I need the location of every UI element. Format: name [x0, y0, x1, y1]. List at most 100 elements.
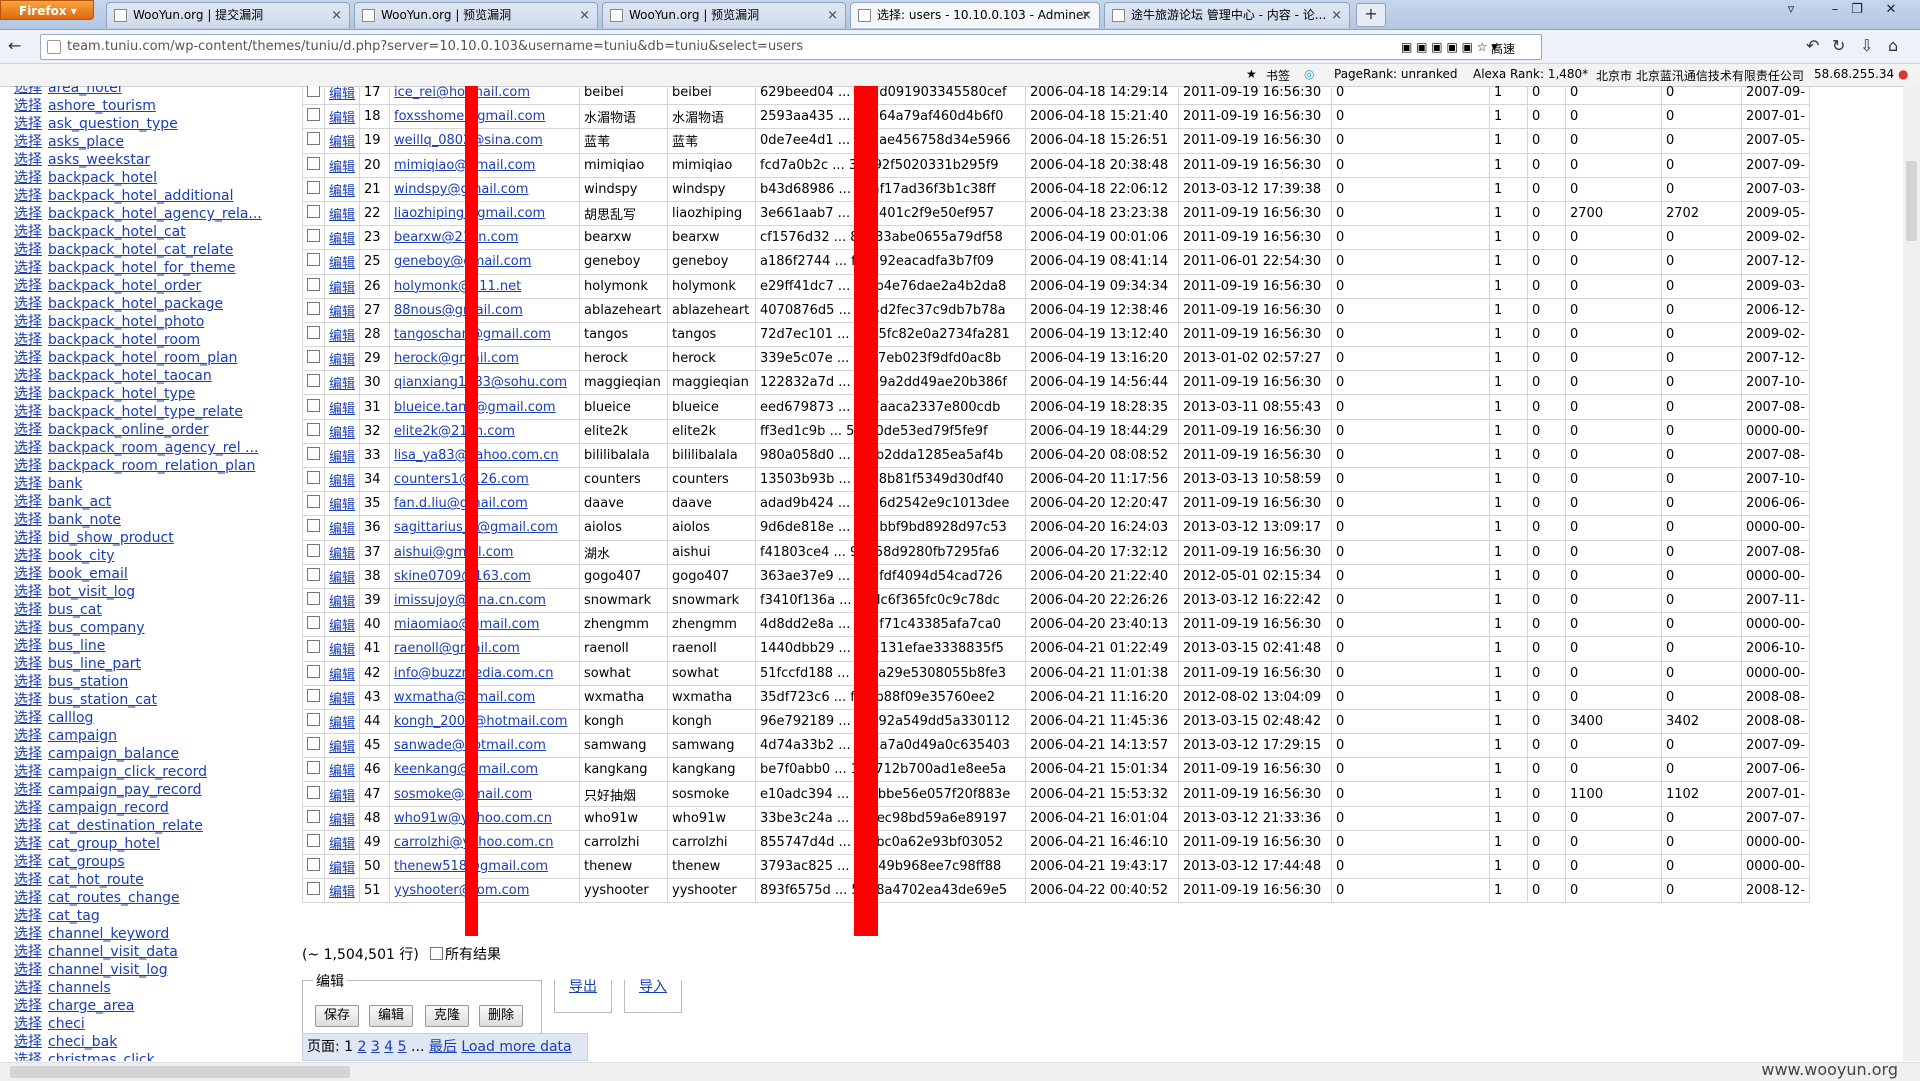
checkbox-icon[interactable]	[307, 519, 320, 533]
select-link[interactable]: 选择	[14, 764, 42, 780]
row-checkbox[interactable]	[302, 104, 325, 130]
edit-link[interactable]: 编辑	[323, 829, 361, 856]
edit-link[interactable]: 编辑	[323, 370, 361, 396]
table-name-link[interactable]: bid_show_product	[48, 530, 174, 546]
row-checkbox[interactable]	[302, 394, 325, 420]
checkbox-icon[interactable]	[307, 325, 320, 339]
row-checkbox[interactable]	[302, 563, 325, 589]
table-name-link[interactable]: checi_bak	[48, 1034, 117, 1050]
select-link[interactable]: 选择	[14, 1016, 42, 1032]
tab-list-icon[interactable]: ▿	[1780, 2, 1802, 22]
close-window-icon[interactable]: ✕	[1880, 2, 1902, 22]
select-link[interactable]: 选择	[14, 980, 42, 996]
table-name-link[interactable]: bank	[48, 476, 82, 492]
checkbox-icon[interactable]	[307, 640, 320, 654]
edit-button[interactable]: 编辑	[369, 1005, 413, 1027]
table-cell[interactable]: windspy@gmail.com	[389, 176, 581, 202]
select-link[interactable]: 选择	[14, 800, 42, 816]
reload-icon[interactable]: ↻	[1832, 36, 1845, 55]
edit-link[interactable]: 编辑	[323, 128, 361, 154]
row-checkbox[interactable]	[302, 853, 325, 880]
table-cell[interactable]: herock@gmail.com	[389, 346, 581, 372]
row-checkbox[interactable]	[302, 200, 325, 227]
checkbox-icon[interactable]	[307, 858, 320, 872]
table-cell[interactable]: info@buzzmedia.com.cn	[389, 660, 581, 686]
checkbox-icon[interactable]	[307, 616, 320, 630]
select-link[interactable]: 选择	[14, 602, 42, 618]
table-name-link[interactable]: area_hotel	[48, 86, 122, 96]
checkbox-icon[interactable]	[307, 664, 320, 678]
adblock-icon[interactable]: ●	[1898, 67, 1908, 81]
edit-link[interactable]: 编辑	[323, 176, 361, 202]
checkbox-icon[interactable]	[307, 446, 320, 460]
minimize-icon[interactable]: –	[1824, 2, 1846, 22]
select-link[interactable]: 选择	[14, 710, 42, 726]
checkbox-icon[interactable]	[307, 882, 320, 896]
checkbox-icon[interactable]	[307, 229, 320, 243]
checkbox-icon[interactable]	[307, 205, 320, 219]
select-link[interactable]: 选择	[14, 944, 42, 960]
table-name-link[interactable]: bank_note	[48, 512, 121, 528]
checkbox-icon[interactable]	[307, 712, 320, 726]
tab-3[interactable]: WooYun.org | 预览漏洞 ×	[602, 2, 846, 28]
select-link[interactable]: 选择	[14, 998, 42, 1014]
checkbox-icon[interactable]	[307, 737, 320, 751]
select-link[interactable]: 选择	[14, 386, 42, 402]
table-cell[interactable]: liaozhiping@gmail.com	[389, 200, 581, 227]
table-name-link[interactable]: campaign_balance	[48, 746, 179, 762]
table-name-link[interactable]: cat_routes_change	[48, 890, 180, 906]
row-checkbox[interactable]	[302, 805, 325, 831]
table-cell[interactable]: 88nous@gmail.com	[389, 297, 581, 323]
edit-link[interactable]: 编辑	[323, 805, 361, 831]
all-results-checkbox[interactable]: 所有结果	[430, 944, 501, 964]
edit-link[interactable]: 编辑	[323, 563, 361, 589]
table-cell[interactable]: imissujoy@sina.cn.com	[389, 587, 581, 614]
search-engine-label[interactable]: 高速	[1491, 40, 1515, 57]
table-name-link[interactable]: backpack_room_agency_rel ...	[48, 440, 258, 456]
table-cell[interactable]: tangoschan@gmail.com	[389, 321, 581, 348]
select-link[interactable]: 选择	[14, 494, 42, 510]
row-checkbox[interactable]	[302, 757, 325, 783]
table-name-link[interactable]: channels	[48, 980, 111, 996]
table-cell[interactable]: bearxw@21cn.com	[389, 225, 581, 251]
edit-link[interactable]: 编辑	[323, 491, 361, 517]
row-checkbox[interactable]	[302, 273, 325, 299]
table-name-link[interactable]: ask_question_type	[48, 116, 178, 132]
load-more-link[interactable]: Load more data	[461, 1039, 571, 1055]
select-link[interactable]: 选择	[14, 134, 42, 150]
tab-5[interactable]: 途牛旅游论坛 管理中心 - 内容 - 论... ×	[1104, 2, 1350, 28]
table-cell[interactable]: counters1@126.com	[389, 466, 581, 493]
table-name-link[interactable]: backpack_hotel_type_relate	[48, 404, 243, 420]
edit-link[interactable]: 编辑	[323, 273, 361, 299]
edit-link[interactable]: 编辑	[323, 539, 361, 565]
row-checkbox[interactable]	[302, 660, 325, 686]
row-checkbox[interactable]	[302, 878, 325, 904]
edit-link[interactable]: 编辑	[323, 200, 361, 227]
restore-icon[interactable]: ❐	[1846, 2, 1868, 22]
edit-link[interactable]: 编辑	[323, 321, 361, 348]
home-icon[interactable]: ⌂	[1888, 36, 1898, 55]
row-checkbox[interactable]	[302, 515, 325, 541]
edit-link[interactable]: 编辑	[323, 297, 361, 323]
edit-link[interactable]: 编辑	[323, 781, 361, 807]
select-link[interactable]: 选择	[14, 98, 42, 114]
checkbox-icon[interactable]	[307, 132, 320, 146]
table-cell[interactable]: raenoll@gmail.com	[389, 636, 581, 662]
select-link[interactable]: 选择	[14, 908, 42, 924]
delete-button[interactable]: 删除	[479, 1005, 523, 1027]
edit-link[interactable]: 编辑	[323, 515, 361, 541]
table-cell[interactable]: who91w@yahoo.com.cn	[389, 805, 581, 831]
site-identity-icon[interactable]	[47, 40, 61, 54]
select-link[interactable]: 选择	[14, 368, 42, 384]
checkbox-icon[interactable]	[307, 761, 320, 775]
select-link[interactable]: 选择	[14, 566, 42, 582]
export-link[interactable]: 导出	[567, 976, 599, 996]
select-link[interactable]: 选择	[14, 224, 42, 240]
table-cell[interactable]: geneboy@gmail.com	[389, 249, 581, 275]
table-name-link[interactable]: campaign_record	[48, 800, 169, 816]
edit-link[interactable]: 编辑	[323, 757, 361, 783]
page-link[interactable]: 5	[398, 1039, 407, 1055]
import-link[interactable]: 导入	[637, 976, 669, 996]
undo-icon[interactable]: ↶	[1806, 36, 1819, 55]
table-cell[interactable]: wxmatha@gmail.com	[389, 684, 581, 710]
